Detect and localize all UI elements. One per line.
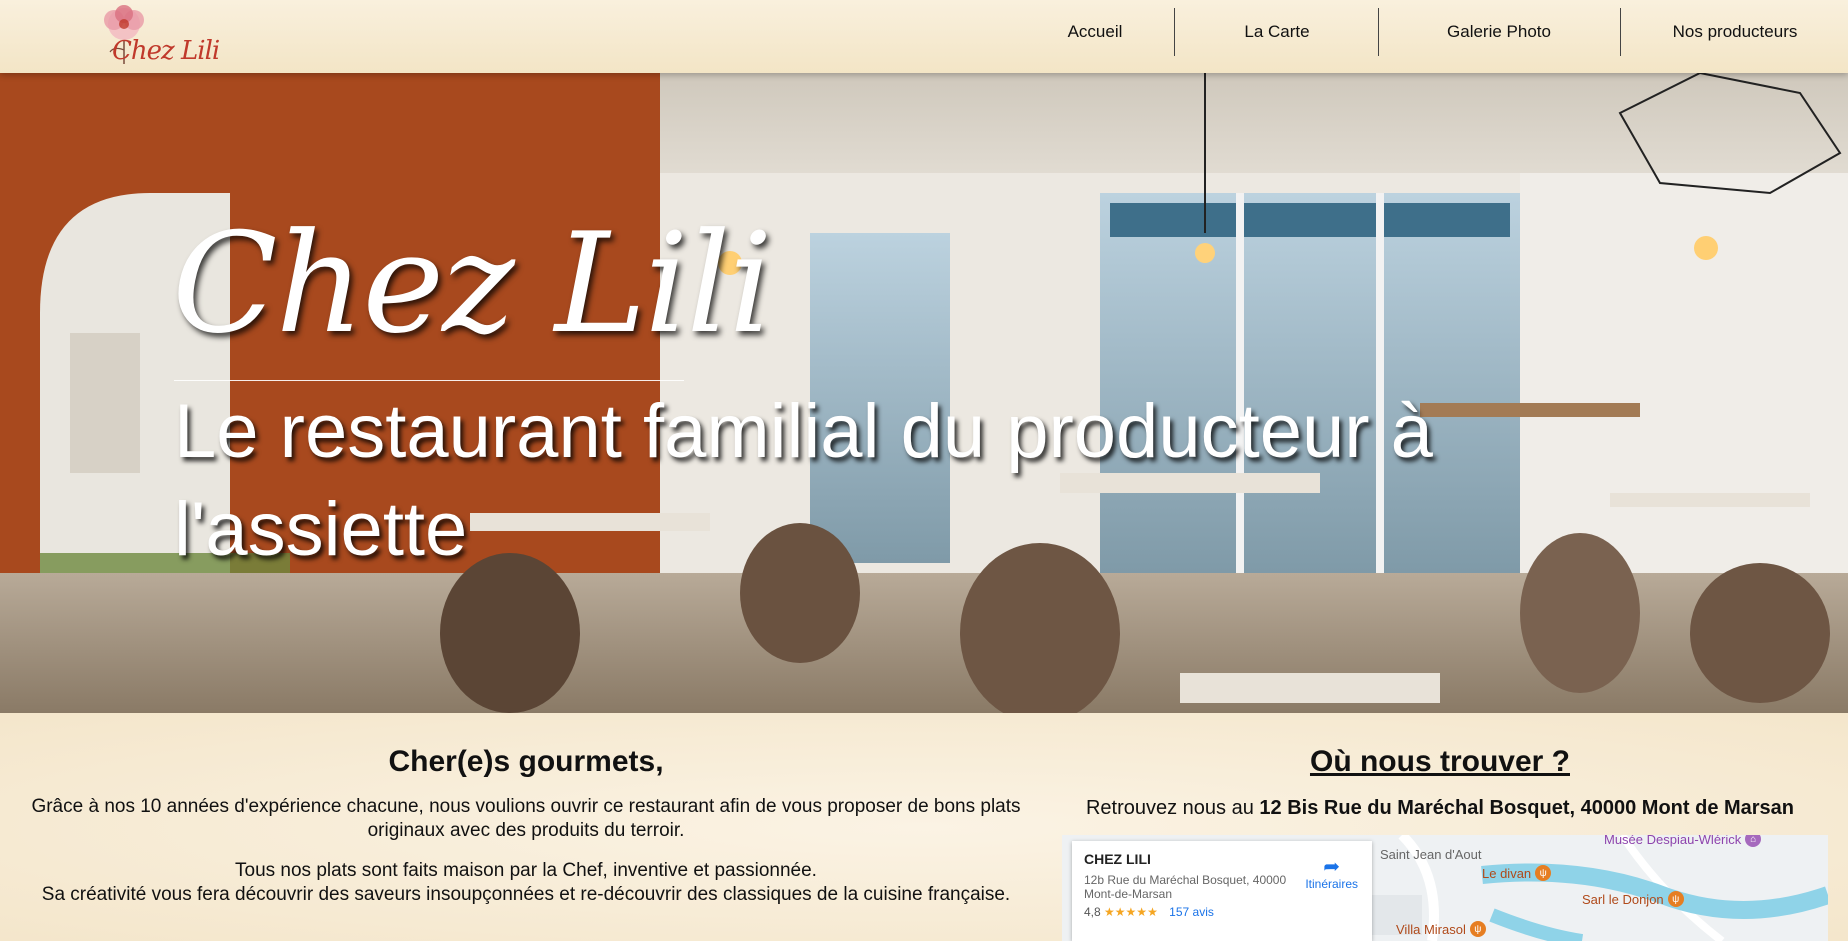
map-poi-saint-jean[interactable]: Saint Jean d'Aout [1380, 847, 1482, 862]
map-poi-sarl-donjon[interactable]: Sarl le Donjon ψ [1582, 891, 1684, 907]
restaurant-icon: ψ [1535, 865, 1552, 881]
rating-stars-icon: ★★★★★ [1104, 905, 1158, 919]
intro-text-line-1: Tous nos plats sont faits maison par la … [235, 860, 817, 881]
intro-paragraph-1: Grâce à nos 10 années d'expérience chacu… [20, 795, 1032, 843]
nav-divider [1174, 8, 1175, 56]
place-rating: 4,8 ★★★★★ 157 avis [1084, 905, 1360, 919]
museum-icon: ⌂ [1745, 835, 1762, 847]
hero-banner: Chez Lili Le restaurant familial du prod… [0, 73, 1848, 713]
address-line: Retrouvez nous au 12 Bis Rue du Maréchal… [1060, 797, 1820, 820]
restaurant-icon: ψ [1667, 891, 1684, 907]
hero-divider [174, 380, 684, 381]
nav-item-accueil[interactable]: Accueil [1020, 8, 1170, 56]
nav-item-galerie-photo[interactable]: Galerie Photo [1380, 8, 1618, 56]
reviews-link[interactable]: 157 avis [1169, 905, 1214, 919]
map-poi-villa-mirasol[interactable]: Villa Mirasol ψ [1396, 921, 1486, 937]
location-heading[interactable]: Où nous trouver ? [1060, 745, 1820, 779]
directions-label: Itinéraires [1305, 877, 1358, 891]
location-section: Où nous trouver ? Retrouvez nous au 12 B… [1060, 713, 1820, 820]
nav-item-la-carte[interactable]: La Carte [1176, 8, 1378, 56]
hero-title: Chez Lili [172, 203, 773, 364]
intro-section: Cher(e)s gourmets, Grâce à nos 10 années… [20, 713, 1032, 907]
hero-subtitle: Le restaurant familial du producteur à l… [174, 389, 1433, 572]
poi-label: Musée Despiau-Wlérick [1604, 835, 1742, 847]
logo-text: Chez Lili [112, 36, 220, 66]
poi-label: Sarl le Donjon [1582, 891, 1664, 907]
intro-paragraph-2: Tous nos plats sont faits maison par la … [20, 859, 1032, 907]
address-prefix: Retrouvez nous au [1085, 797, 1254, 819]
nav-divider [1620, 8, 1621, 56]
google-map-embed[interactable]: Saint Jean d'Aout Musée Despiau-Wlérick … [1062, 835, 1828, 941]
poi-label: Villa Mirasol [1396, 921, 1466, 937]
map-poi-le-divan[interactable]: Le divan ψ [1482, 865, 1552, 881]
nav-divider [1378, 8, 1379, 56]
poi-label: Le divan [1482, 865, 1532, 881]
intro-text-line-2: Sa créativité vous fera découvrir des sa… [41, 884, 1011, 905]
rating-value: 4,8 [1084, 905, 1101, 919]
map-place-card: CHEZ LILI 12b Rue du Maréchal Bosquet, 4… [1072, 841, 1372, 941]
place-address: 12b Rue du Maréchal Bosquet, 40000 Mont-… [1084, 873, 1287, 901]
directions-icon: ➦ [1323, 856, 1341, 878]
intro-text: Grâce à nos 10 années d'expérience chacu… [31, 796, 1021, 841]
poi-label: Saint Jean d'Aout [1380, 847, 1482, 862]
top-navigation-bar: Chez Lili Accueil La Carte Galerie Photo… [0, 0, 1848, 73]
address-value: 12 Bis Rue du Maréchal Bosquet, 40000 Mo… [1259, 797, 1795, 819]
map-poi-musee[interactable]: Musée Despiau-Wlérick ⌂ [1604, 835, 1762, 847]
intro-heading: Cher(e)s gourmets, [388, 745, 664, 778]
nav-item-nos-producteurs[interactable]: Nos producteurs [1622, 8, 1848, 56]
restaurant-icon: ψ [1469, 921, 1486, 937]
directions-button[interactable]: ➦ Itinéraires [1305, 857, 1358, 891]
restaurant-logo[interactable]: Chez Lili [54, 2, 220, 70]
